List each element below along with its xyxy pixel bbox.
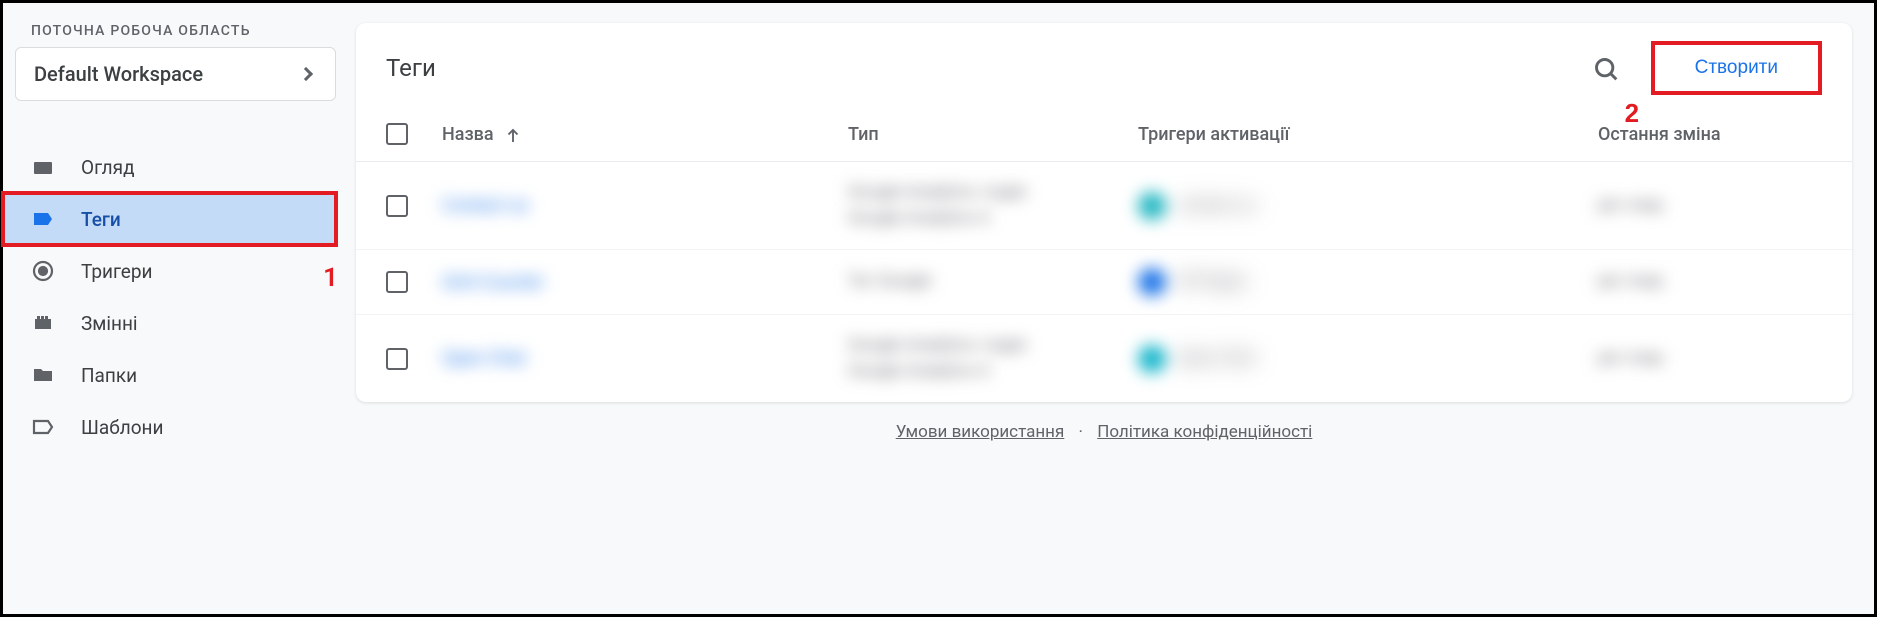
panel-header: Теги Створити 2 [356, 23, 1852, 107]
modified-time: рік тому [1598, 348, 1663, 368]
tag-subtype: Google Analytics 4 [848, 359, 1138, 385]
row-checkbox[interactable] [386, 195, 408, 217]
sidebar-item-folders[interactable]: Папки [3, 349, 336, 401]
footer: Умови використання · Політика конфіденці… [356, 402, 1852, 462]
column-name[interactable]: Назва [408, 124, 848, 145]
sidebar-item-overview[interactable]: Огляд [3, 141, 336, 193]
panel-title: Теги [386, 54, 1593, 82]
column-triggers[interactable]: Тригери активації [1138, 124, 1598, 145]
trigger-icon [31, 259, 55, 283]
annotation-2: 2 [1625, 98, 1639, 129]
modified-time: рік тому [1598, 271, 1663, 291]
workspace-name: Default Workspace [34, 62, 203, 86]
sidebar-item-label: Папки [81, 364, 137, 387]
separator-dot: · [1079, 422, 1083, 442]
tag-type: Тег Google [848, 269, 1138, 295]
table-row[interactable]: GA4 Counter Тег Google All Pages рік том… [356, 250, 1852, 315]
tag-name: Contact us [442, 195, 529, 216]
trigger-type-icon [1138, 345, 1166, 373]
sidebar-item-label: Теги [81, 208, 121, 231]
sidebar-item-label: Шаблони [81, 416, 163, 439]
sidebar: ПОТОЧНА РОБОЧА ОБЛАСТЬ Default Workspace… [3, 3, 348, 614]
modified-time: рік тому [1598, 195, 1663, 215]
table-row[interactable]: Contact us Google Analytics: подія Googl… [356, 162, 1852, 250]
sort-ascending-icon [504, 127, 518, 141]
create-button[interactable]: Створити 2 [1651, 41, 1822, 95]
folder-icon [31, 363, 55, 387]
dashboard-icon [31, 155, 55, 179]
tag-type: Google Analytics: подія [848, 333, 1138, 359]
tag-name: Open Chat [442, 348, 526, 369]
tags-panel: Теги Створити 2 Назва Тип Триг [356, 23, 1852, 402]
sidebar-item-templates[interactable]: Шаблони [3, 401, 336, 453]
chevron-right-icon [299, 67, 313, 81]
privacy-link[interactable]: Політика конфіденційності [1097, 422, 1312, 442]
row-checkbox[interactable] [386, 271, 408, 293]
select-all-checkbox[interactable] [386, 123, 408, 145]
workspace-selector[interactable]: Default Workspace [15, 47, 336, 101]
main-content: Теги Створити 2 Назва Тип Триг [348, 3, 1874, 614]
template-icon [31, 415, 55, 439]
column-type[interactable]: Тип [848, 124, 1138, 145]
tag-name: GA4 Counter [442, 272, 544, 293]
sidebar-item-variables[interactable]: Змінні [3, 297, 336, 349]
variable-icon [31, 311, 55, 335]
search-icon[interactable] [1593, 56, 1617, 80]
tag-icon [31, 207, 55, 231]
sidebar-item-tags[interactable]: Теги 1 [3, 193, 336, 245]
sidebar-item-label: Змінні [81, 312, 138, 335]
sidebar-item-label: Огляд [81, 156, 135, 179]
tag-type: Google Analytics: подія [848, 180, 1138, 206]
trigger-chip: All Pages [1138, 268, 1598, 296]
sidebar-item-label: Тригери [81, 260, 152, 283]
table-row[interactable]: Open Chat Google Analytics: подія Google… [356, 315, 1852, 402]
row-checkbox[interactable] [386, 348, 408, 370]
trigger-chip: Open Chat [1138, 345, 1598, 373]
terms-link[interactable]: Умови використання [896, 422, 1065, 442]
workspace-section-label: ПОТОЧНА РОБОЧА ОБЛАСТЬ [15, 23, 336, 39]
tag-subtype: Google Analytics 4 [848, 206, 1138, 232]
trigger-type-icon [1138, 192, 1166, 220]
trigger-chip: contact us [1138, 192, 1598, 220]
sidebar-item-triggers[interactable]: Тригери [3, 245, 336, 297]
trigger-type-icon [1138, 268, 1166, 296]
